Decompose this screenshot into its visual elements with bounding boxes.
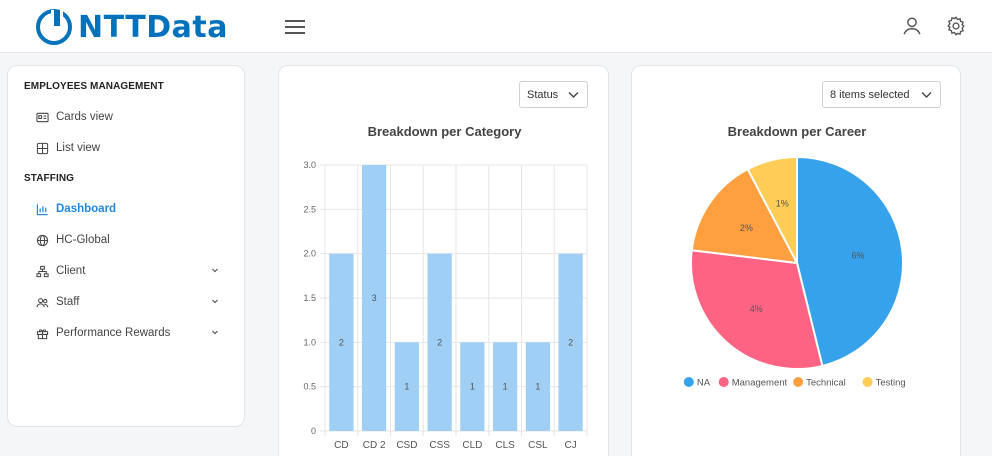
- chevron-down-icon: [568, 92, 579, 98]
- y-tick-label: 0: [311, 426, 316, 436]
- legend-swatch: [793, 377, 804, 387]
- sidebar-item-label: Dashboard: [56, 203, 117, 215]
- chevron-down-icon[interactable]: [210, 265, 220, 275]
- sidebar: EMPLOYEES MANAGEMENT Cards view List vie…: [7, 65, 245, 427]
- bar-chart-icon: [36, 203, 48, 215]
- bar-data-label: 2: [568, 337, 573, 347]
- people-icon: [36, 297, 49, 307]
- legend-swatch: [718, 377, 729, 387]
- grid-icon: [36, 142, 49, 154]
- x-tick-label: CD: [334, 440, 348, 451]
- legend-label: NA: [697, 378, 711, 389]
- globe-icon: [36, 234, 49, 246]
- sidebar-item-list-view[interactable]: List view: [36, 138, 226, 158]
- sidebar-item-label: Cards view: [56, 111, 113, 123]
- career-chart-card: 8 items selected Breakdown per Career 6%…: [631, 65, 961, 456]
- pie-data-label: 6%: [852, 251, 865, 261]
- bar-data-label: 1: [404, 382, 409, 392]
- chevron-down-icon: [921, 92, 932, 98]
- pie-data-label: 1%: [776, 198, 789, 208]
- chevron-down-icon[interactable]: [210, 296, 220, 306]
- pie-data-label: 4%: [750, 304, 763, 314]
- sidebar-item-label: List view: [56, 142, 101, 154]
- career-pie-chart: 6% 4% 2% 1% NA Management Technical Testing: [683, 155, 906, 389]
- legend-label: Technical: [806, 378, 846, 389]
- x-tick-label: CSS: [429, 440, 450, 451]
- y-tick-label: 1.0: [303, 337, 316, 347]
- sidebar-item-client[interactable]: Client: [36, 261, 226, 281]
- career-select-value: 8 items selected: [830, 88, 910, 101]
- category-bar-chart: 0 0.5 1.0 1.5 2.0 2.5 3.0 2 CD 3 CD 2 1 CSD 2 CSS 1 CLD 1…: [303, 160, 588, 451]
- ntt-data-logo[interactable]: NTTData: [36, 9, 228, 45]
- top-bar: NTTData: [0, 0, 992, 53]
- bar-data-label: 2: [437, 337, 442, 347]
- sidebar-item-label: Performance Rewards: [56, 327, 171, 339]
- career-multiselect[interactable]: 8 items selected: [822, 81, 941, 108]
- bar-data-label: 3: [372, 293, 377, 303]
- sidebar-item-dashboard[interactable]: Dashboard: [36, 199, 226, 219]
- hamburger-icon[interactable]: [285, 17, 305, 35]
- bar-data-label: 1: [535, 382, 540, 392]
- status-select-value: Status: [527, 88, 559, 101]
- gear-icon[interactable]: [945, 15, 967, 37]
- x-tick-label: CSD: [396, 440, 417, 451]
- sidebar-item-performance-rewards[interactable]: Performance Rewards: [36, 323, 226, 343]
- y-tick-label: 2.5: [303, 204, 316, 214]
- bar-data-label: 2: [339, 337, 344, 347]
- pie-data-label: 2%: [740, 223, 753, 233]
- legend-label: Testing: [876, 378, 906, 389]
- y-tick-label: 2.0: [303, 249, 316, 259]
- x-tick-label: CJ: [565, 440, 577, 451]
- x-tick-label: CD 2: [363, 440, 386, 451]
- y-tick-label: 1.5: [303, 293, 316, 303]
- sidebar-item-label: Staff: [56, 296, 80, 308]
- sidebar-item-label: Client: [56, 265, 86, 277]
- y-tick-label: 0.5: [303, 382, 316, 392]
- x-tick-label: CSL: [528, 440, 548, 451]
- user-icon[interactable]: [901, 15, 923, 37]
- gift-icon: [36, 328, 49, 339]
- id-card-icon: [36, 112, 49, 122]
- legend-swatch: [862, 377, 873, 387]
- x-tick-label: CLS: [495, 440, 515, 451]
- x-tick-label: CLD: [462, 440, 482, 451]
- section-title-employees: EMPLOYEES MANAGEMENT: [24, 81, 164, 92]
- sidebar-item-hc-global[interactable]: HC-Global: [36, 230, 226, 250]
- logo-text: NTTData: [78, 9, 228, 45]
- bar-data-label: 1: [470, 382, 475, 392]
- sidebar-item-label: HC-Global: [56, 234, 110, 246]
- section-title-staffing: STAFFING: [24, 173, 75, 184]
- legend-swatch: [683, 377, 694, 387]
- legend-label: Management: [732, 378, 788, 389]
- sidebar-item-staff[interactable]: Staff: [36, 292, 226, 312]
- category-chart-card: Status Breakdown per Category 0 0.5 1.0 1.5…: [278, 65, 609, 456]
- chevron-down-icon[interactable]: [210, 327, 220, 337]
- bar-data-label: 1: [503, 382, 508, 392]
- status-select[interactable]: Status: [519, 81, 588, 108]
- logo-ring-icon: [36, 9, 72, 45]
- org-chart-icon: [36, 265, 49, 277]
- y-tick-label: 3.0: [303, 160, 316, 170]
- sidebar-item-cards-view[interactable]: Cards view: [36, 107, 226, 127]
